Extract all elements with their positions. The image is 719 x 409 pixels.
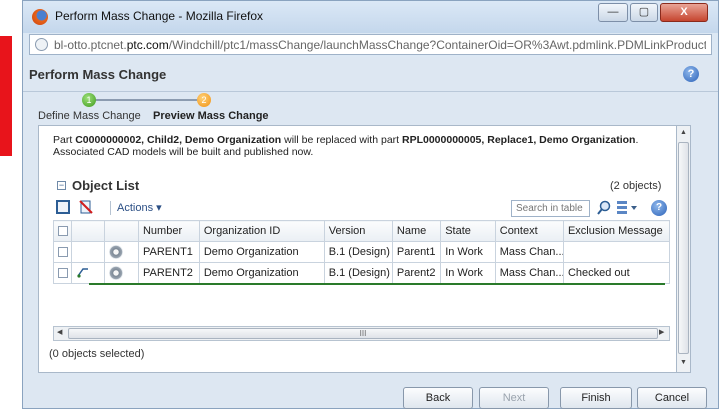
step-define-mass-change[interactable]: Define Mass Change xyxy=(38,110,141,122)
help-icon[interactable]: ? xyxy=(683,66,699,82)
strikethrough-line xyxy=(89,283,665,285)
header-organization-id[interactable]: Organization ID xyxy=(198,220,325,242)
state-cell: In Work xyxy=(440,262,496,284)
toolbar-divider xyxy=(110,201,111,215)
row-select-cell[interactable] xyxy=(53,241,72,263)
message-text: will be replaced with part xyxy=(281,134,402,146)
organization-link[interactable]: Demo Organization xyxy=(198,262,325,284)
row-checkbox[interactable] xyxy=(58,247,68,258)
step-preview-mass-change: Preview Mass Change xyxy=(153,110,269,122)
version-cell: B.1 (Design) xyxy=(323,262,393,284)
vertical-scroll-thumb[interactable] xyxy=(678,142,689,354)
remove-icon[interactable] xyxy=(79,200,93,214)
url-text[interactable]: bl-otto.ptcnet.ptc.com/Windchill/ptc1/ma… xyxy=(54,38,706,52)
actions-menu[interactable]: Actions ▾ xyxy=(117,201,162,214)
part-icon xyxy=(109,266,124,280)
scroll-up-icon[interactable]: ▲ xyxy=(680,129,687,136)
header-icon-col xyxy=(70,220,106,242)
object-count: (2 objects) xyxy=(610,180,662,192)
header-number[interactable]: Number xyxy=(137,220,200,242)
preview-panel: Part C0000000002, Child2, Demo Organizat… xyxy=(38,125,690,373)
organization-link[interactable]: Demo Organization xyxy=(198,241,325,263)
url-path: /Windchill/ptc1/massChange/launchMassCha… xyxy=(168,38,706,52)
search-icon[interactable] xyxy=(596,200,612,216)
name-cell: Parent1 xyxy=(391,241,442,263)
header-name[interactable]: Name xyxy=(391,220,442,242)
url-prefix: bl-otto.ptcnet. xyxy=(54,38,127,52)
firefox-icon xyxy=(32,9,48,25)
page-content: Perform Mass Change ? 1 2 Define Mass Ch… xyxy=(23,57,718,409)
browser-window: Perform Mass Change - Mozilla Firefox — … xyxy=(22,0,719,409)
back-button[interactable]: Back xyxy=(403,387,473,409)
type-cell xyxy=(104,262,139,284)
close-button[interactable]: X xyxy=(660,3,708,22)
header-state[interactable]: State xyxy=(440,220,496,242)
scroll-down-icon[interactable]: ▼ xyxy=(680,359,687,366)
old-part: C0000000002, Child2, Demo Organization xyxy=(75,134,282,146)
select-all-checkbox[interactable] xyxy=(58,226,68,237)
message-text: . xyxy=(635,134,639,146)
exclusion-cell: Checked out xyxy=(562,262,671,284)
context-cell: Mass Chan... xyxy=(494,241,564,263)
next-button[interactable]: Next xyxy=(479,387,549,409)
header-context[interactable]: Context xyxy=(494,220,564,242)
table-row[interactable]: PARENT1 Demo Organization B.1 (Design) P… xyxy=(53,241,671,263)
cad-message: Associated CAD models will be built and … xyxy=(53,146,314,158)
header-exclusion-message[interactable]: Exclusion Message xyxy=(562,220,671,242)
state-cell: In Work xyxy=(440,241,496,263)
scroll-right-icon[interactable]: ▶ xyxy=(659,328,664,336)
collapse-icon[interactable]: − xyxy=(57,181,66,190)
part-icon xyxy=(109,245,124,259)
new-part: RPL0000000005, Replace1, Demo Organizati… xyxy=(402,134,636,146)
table-header-row: Number Organization ID Version Name Stat… xyxy=(53,220,671,242)
row-select-cell[interactable] xyxy=(53,262,72,284)
version-cell: B.1 (Design) xyxy=(323,241,393,263)
step-connector xyxy=(89,99,203,101)
table-toolbar: Actions ▾ ? xyxy=(53,197,669,219)
horizontal-scroll-thumb[interactable]: III xyxy=(68,328,658,339)
context-cell: Mass Chan... xyxy=(494,262,564,284)
finish-button[interactable]: Finish xyxy=(560,387,632,409)
message-text: Part xyxy=(53,134,76,146)
step-2-icon: 2 xyxy=(197,93,211,107)
header-version[interactable]: Version xyxy=(323,220,393,242)
url-domain: ptc.com xyxy=(126,38,169,52)
type-cell xyxy=(104,241,139,263)
site-identity-icon[interactable] xyxy=(35,38,48,51)
maximize-button[interactable]: ▢ xyxy=(630,3,658,22)
table-row[interactable]: PARENT2 Demo Organization B.1 (Design) P… xyxy=(53,262,671,284)
header-type-col xyxy=(104,220,139,242)
url-bar[interactable]: bl-otto.ptcnet.ptc.com/Windchill/ptc1/ma… xyxy=(29,34,712,55)
search-input[interactable] xyxy=(511,200,590,217)
title-bar: Perform Mass Change - Mozilla Firefox — … xyxy=(23,1,718,33)
header-select[interactable] xyxy=(53,220,72,242)
object-list-title: Object List xyxy=(72,178,140,193)
selection-info: (0 objects selected) xyxy=(49,348,145,360)
title-divider xyxy=(23,91,718,92)
row-checkbox[interactable] xyxy=(58,268,68,279)
red-highlight-bar xyxy=(0,36,12,156)
status-cell xyxy=(70,262,106,284)
status-cell xyxy=(70,241,106,263)
cancel-button[interactable]: Cancel xyxy=(637,387,707,409)
step-1-icon[interactable]: 1 xyxy=(82,93,96,107)
vertical-scrollbar[interactable]: ▲ ▼ xyxy=(676,125,691,373)
number-cell: PARENT1 xyxy=(137,241,200,263)
horizontal-scrollbar[interactable]: ◀ III ▶ xyxy=(53,326,670,341)
select-all-icon[interactable] xyxy=(56,200,70,214)
page-title: Perform Mass Change xyxy=(29,67,167,82)
exclusion-cell xyxy=(562,241,671,263)
scroll-left-icon[interactable]: ◀ xyxy=(57,328,62,336)
checked-out-icon xyxy=(77,267,88,278)
table-help-icon[interactable]: ? xyxy=(651,200,667,216)
replacement-message: Part C0000000002, Child2, Demo Organizat… xyxy=(53,134,673,158)
name-cell: Parent2 xyxy=(391,262,442,284)
minimize-button[interactable]: — xyxy=(598,3,628,22)
number-cell: PARENT2 xyxy=(137,262,200,284)
view-options-icon[interactable] xyxy=(616,200,637,216)
window-title: Perform Mass Change - Mozilla Firefox xyxy=(55,9,264,23)
